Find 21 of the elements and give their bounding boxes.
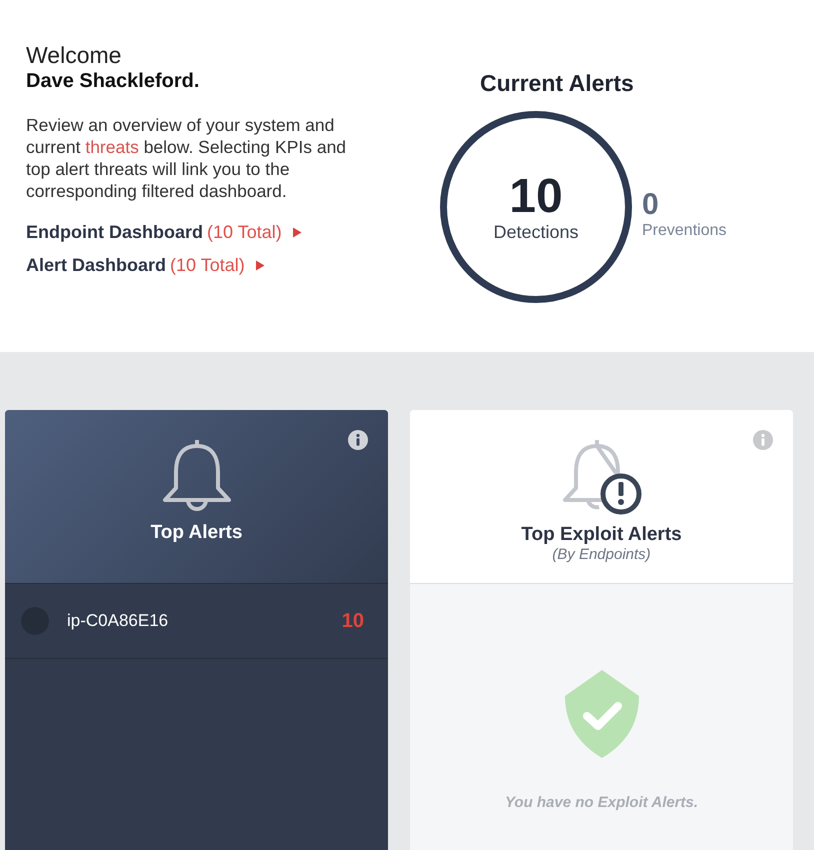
dashboard-link[interactable]: Endpoint Dashboard (10 Total)	[26, 222, 302, 243]
detections-ring[interactable]: 10 Detections	[440, 111, 632, 303]
card-title: Top Alerts	[150, 522, 242, 544]
dashboard-link[interactable]: Alert Dashboard (10 Total)	[26, 255, 265, 276]
shield-check-icon	[564, 670, 638, 758]
alert-row[interactable]: ip-C0A86E16 10	[5, 584, 388, 659]
empty-message: You have no Exploit Alerts.	[504, 794, 698, 811]
info-icon[interactable]	[348, 430, 368, 450]
alert-count: 10	[342, 610, 364, 632]
intro-paragraph: Review an overview of your system and current threats below. Selecting KPIs and top alert threats will link you to the corresponding filtered dashboard.	[26, 114, 348, 202]
triangle-icon	[254, 260, 265, 271]
host-name: ip-C0A86E16	[67, 611, 170, 631]
triangle-icon	[292, 227, 302, 238]
welcome-text: Welcome	[26, 42, 122, 68]
preventions-label: Preventions	[642, 222, 726, 240]
user-name: Dave Shackleford.	[26, 69, 200, 94]
card-subtitle: (By Endpoints)	[552, 546, 651, 563]
card-title: Top Exploit Alerts	[521, 524, 682, 546]
threats-link[interactable]: threats	[85, 137, 139, 157]
preventions-count: 0	[642, 188, 660, 222]
current-alerts-title: Current Alerts	[480, 70, 635, 97]
